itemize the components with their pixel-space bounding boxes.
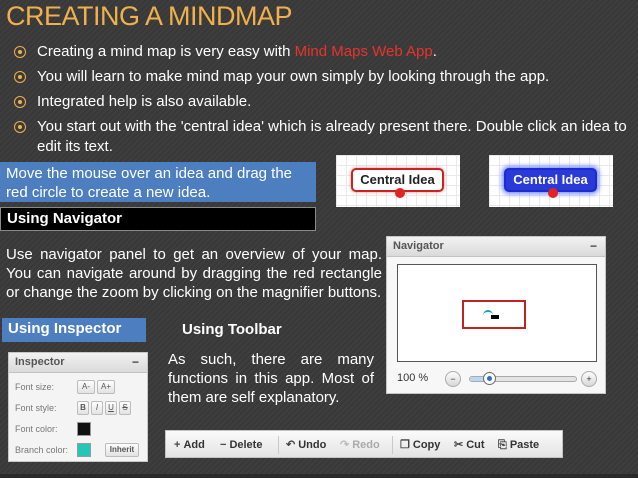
drag-handle-red-circle[interactable] bbox=[395, 188, 405, 198]
paste-button[interactable]: ⎘ Paste bbox=[496, 436, 541, 454]
bullet-item: Integrated help is also available. bbox=[14, 92, 630, 112]
cut-button[interactable]: ✂ Cut bbox=[452, 436, 487, 454]
bullet-circle-icon bbox=[14, 121, 26, 133]
add-label: Add bbox=[183, 439, 205, 451]
italic-button[interactable]: I bbox=[91, 401, 103, 415]
bullet-text: Integrated help is also available. bbox=[37, 93, 252, 110]
zoom-out-magnifier-icon[interactable]: − bbox=[445, 371, 461, 387]
strikethrough-button[interactable]: S bbox=[119, 401, 131, 415]
bullet-item: You will learn to make mind map your own… bbox=[14, 67, 630, 87]
delete-label: Delete bbox=[229, 439, 263, 451]
app-name-highlight: Mind Maps Web App bbox=[294, 43, 433, 60]
central-idea-label: Central Idea bbox=[513, 172, 588, 187]
central-idea-node[interactable]: Central Idea bbox=[351, 168, 444, 198]
zoom-slider[interactable] bbox=[469, 372, 577, 385]
clipboard-icon: ⎘ bbox=[498, 439, 507, 451]
navigator-panel: Navigator − 100 % − + bbox=[386, 236, 606, 394]
delete-button[interactable]: − Delete bbox=[218, 436, 264, 454]
navigator-viewport-rect[interactable] bbox=[462, 300, 526, 329]
copy-button[interactable]: ❐ Copy bbox=[398, 436, 442, 454]
navigator-panel-title: Navigator bbox=[393, 240, 444, 252]
bullet-item: You start out with the 'central idea' wh… bbox=[14, 117, 630, 157]
font-size-decrease-button[interactable]: A- bbox=[77, 380, 95, 394]
inspector-section-heading: Using Inspector bbox=[2, 318, 146, 342]
copy-label: Copy bbox=[412, 439, 441, 451]
inherit-button[interactable]: Inherit bbox=[105, 443, 139, 457]
bullet-text: Creating a mind map is very easy with bbox=[37, 43, 295, 60]
navigator-section-heading: Using Navigator bbox=[0, 207, 316, 231]
central-idea-label: Central Idea bbox=[360, 172, 435, 187]
scissors-icon: ✂ bbox=[454, 439, 464, 451]
undo-label: Undo bbox=[298, 439, 327, 451]
undo-icon: ↶ bbox=[286, 439, 296, 451]
zoom-controls: 100 % − + bbox=[395, 371, 599, 389]
bullet-text: You start out with the 'central idea' wh… bbox=[37, 118, 627, 155]
branch-color-swatch[interactable] bbox=[77, 443, 91, 457]
font-color-label: Font color: bbox=[15, 424, 58, 434]
copy-icon: ❐ bbox=[400, 439, 410, 451]
bullet-list: Creating a mind map is very easy with Mi… bbox=[14, 42, 630, 162]
bullet-text-end: . bbox=[432, 43, 437, 60]
bullet-circle-icon bbox=[14, 46, 26, 58]
collapse-icon[interactable]: − bbox=[590, 239, 597, 253]
font-size-increase-button[interactable]: A+ bbox=[97, 380, 115, 394]
navigator-canvas[interactable] bbox=[397, 264, 597, 362]
minus-icon: − bbox=[220, 439, 227, 451]
bullet-circle-icon bbox=[14, 71, 26, 83]
toolbar-description: As such, there are many functions in thi… bbox=[168, 351, 374, 406]
bullet-item: Creating a mind map is very easy with Mi… bbox=[14, 42, 630, 62]
idea-example-normal: Central Idea bbox=[336, 155, 460, 207]
inspector-panel: Inspector − Font size: A- A+ Font style:… bbox=[8, 352, 148, 462]
underline-button[interactable]: U bbox=[105, 401, 117, 415]
idea-example-selected: Central Idea bbox=[489, 155, 613, 207]
bullet-circle-icon bbox=[14, 96, 26, 108]
navigator-description: Use navigator panel to get an overview o… bbox=[6, 246, 382, 301]
font-style-label: Font style: bbox=[15, 403, 57, 413]
zoom-slider-thumb[interactable] bbox=[483, 372, 497, 385]
central-idea-node-selected[interactable]: Central Idea bbox=[504, 168, 597, 198]
add-button[interactable]: + Add bbox=[172, 436, 207, 454]
toolbar-separator bbox=[278, 436, 279, 454]
zoom-in-magnifier-icon[interactable]: + bbox=[581, 371, 597, 387]
mini-node-icon bbox=[491, 315, 499, 319]
redo-button[interactable]: ↷ Redo bbox=[338, 436, 382, 454]
app-toolbar: + Add − Delete ↶ Undo ↷ Redo ❐ Copy ✂ Cut ⎘ Pas… bbox=[165, 430, 563, 458]
inspector-panel-header: Inspector − bbox=[9, 353, 147, 373]
drag-tip-callout: Move the mouse over an idea and drag the… bbox=[0, 162, 316, 202]
cut-label: Cut bbox=[466, 439, 485, 451]
collapse-icon[interactable]: − bbox=[132, 355, 139, 369]
slide-title: CREATING A MINDMAP bbox=[6, 1, 293, 31]
toolbar-separator bbox=[392, 436, 393, 454]
bullet-text: You will learn to make mind map your own… bbox=[37, 68, 550, 85]
font-color-swatch[interactable] bbox=[77, 422, 91, 436]
undo-button[interactable]: ↶ Undo bbox=[284, 436, 328, 454]
navigator-panel-header: Navigator − bbox=[387, 237, 605, 257]
redo-icon: ↷ bbox=[340, 439, 350, 451]
paste-label: Paste bbox=[509, 439, 540, 451]
inspector-panel-title: Inspector bbox=[15, 356, 65, 368]
zoom-level: 100 % bbox=[397, 372, 429, 384]
plus-icon: + bbox=[174, 439, 181, 451]
branch-color-label: Branch color: bbox=[15, 445, 69, 455]
redo-label: Redo bbox=[352, 439, 380, 451]
drag-handle-red-circle[interactable] bbox=[548, 188, 558, 198]
bottom-divider bbox=[0, 474, 638, 478]
font-size-label: Font size: bbox=[15, 382, 55, 392]
bold-button[interactable]: B bbox=[77, 401, 89, 415]
toolbar-section-heading: Using Toolbar bbox=[182, 321, 282, 338]
